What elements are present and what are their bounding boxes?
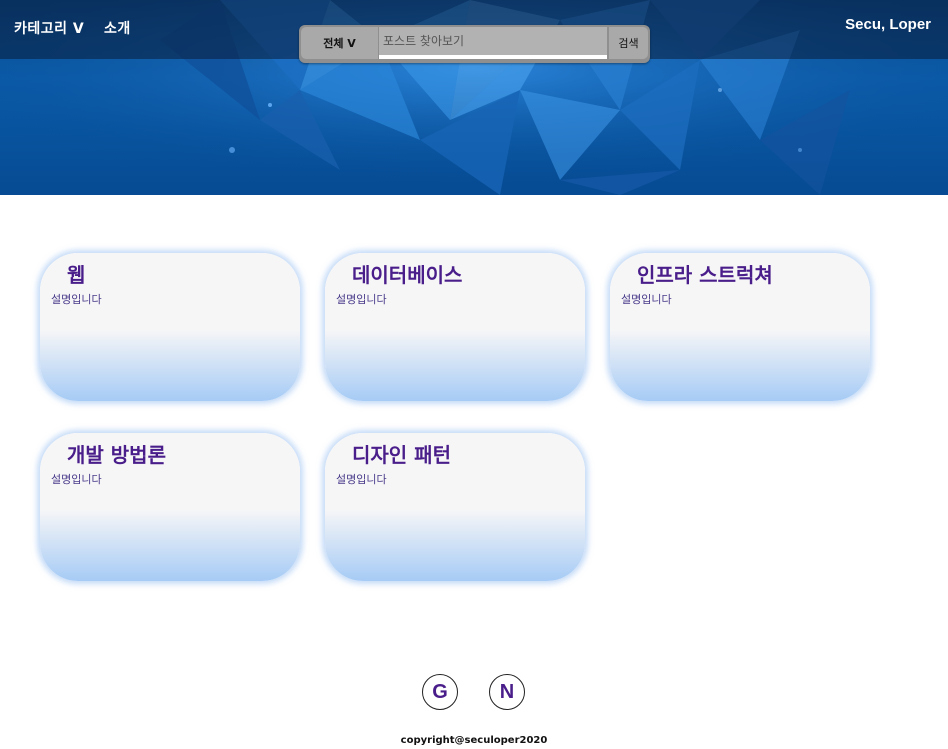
card-description: 설명입니다 — [336, 473, 387, 486]
naver-icon[interactable]: N — [489, 674, 525, 710]
search-scope-dropdown[interactable]: 전체 V — [301, 27, 378, 59]
card-title: 개발 방법론 — [67, 443, 166, 467]
card-title: 데이터베이스 — [352, 263, 463, 287]
card-description: 설명입니다 — [51, 473, 102, 486]
category-card-infrastructure[interactable]: 인프라 스트럭쳐 설명입니다 — [610, 253, 870, 401]
category-card-dev-methodology[interactable]: 개발 방법론 설명입니다 — [40, 433, 300, 581]
search-input[interactable] — [379, 27, 607, 59]
category-card-design-pattern[interactable]: 디자인 패턴 설명입니다 — [325, 433, 585, 581]
github-icon[interactable]: G — [422, 674, 458, 710]
category-card-database[interactable]: 데이터베이스 설명입니다 — [325, 253, 585, 401]
search-bar: 전체 V 검색 — [299, 25, 650, 63]
card-description: 설명입니다 — [336, 293, 387, 306]
hero-banner: 카테고리 V 소개 전체 V 검색 Secu, Loper — [0, 0, 948, 195]
category-card-web[interactable]: 웹 설명입니다 — [40, 253, 300, 401]
card-description: 설명입니다 — [51, 293, 102, 306]
card-title: 인프라 스트럭쳐 — [637, 263, 773, 287]
card-description: 설명입니다 — [621, 293, 672, 306]
nav-about-link[interactable]: 소개 — [104, 18, 131, 38]
search-button[interactable]: 검색 — [609, 27, 648, 59]
brand-logo-link[interactable]: Secu, Loper — [845, 16, 931, 33]
card-title: 웹 — [67, 263, 86, 287]
card-title: 디자인 패턴 — [352, 443, 451, 467]
nav-category-menu[interactable]: 카테고리 V — [14, 18, 84, 38]
copyright-text: copyright@seculoper2020 — [400, 735, 548, 746]
